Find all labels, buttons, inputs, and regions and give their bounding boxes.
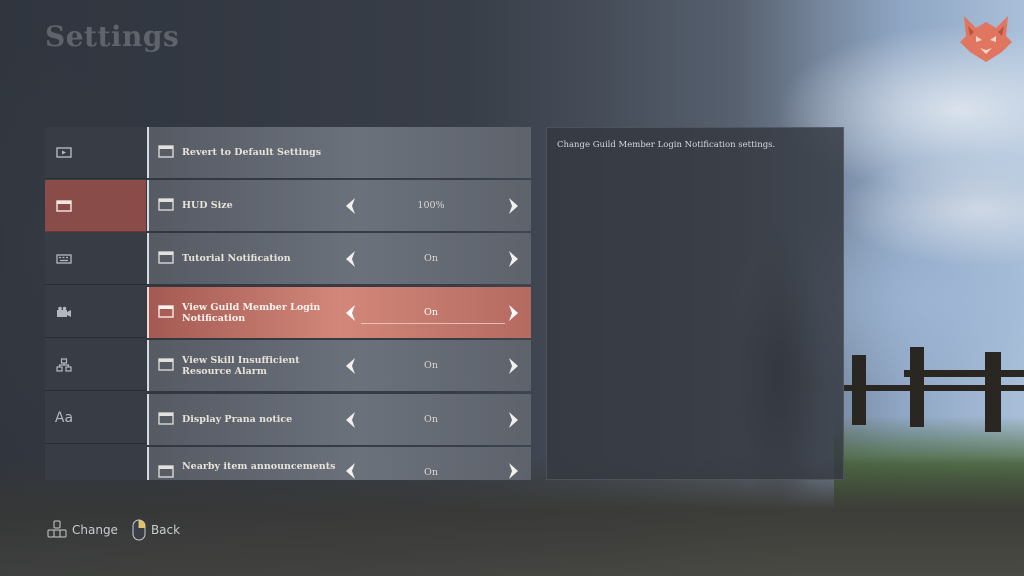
- arrow-right-icon[interactable]: [505, 249, 521, 269]
- description-text: Change Guild Member Login Notification s…: [557, 140, 776, 150]
- window-icon: [158, 145, 174, 158]
- setting-label: Display Prana notice: [182, 414, 293, 425]
- back-hint[interactable]: Back: [132, 519, 180, 541]
- arrow-right-icon[interactable]: [505, 410, 521, 430]
- setting-row-guild-login-notification[interactable]: View Guild Member Login Notification On: [147, 287, 531, 338]
- setting-row-tutorial-notification[interactable]: Tutorial Notification On: [147, 233, 531, 284]
- category-controls[interactable]: [45, 233, 146, 285]
- category-camera[interactable]: [45, 286, 146, 338]
- arrow-right-icon[interactable]: [505, 303, 521, 323]
- category-sidebar: Aa: [45, 127, 146, 480]
- setting-row-revert-defaults[interactable]: Revert to Default Settings: [147, 127, 531, 178]
- arrow-left-icon[interactable]: [343, 196, 359, 216]
- setting-value: On: [424, 253, 438, 264]
- value-underline: [361, 323, 505, 324]
- back-label: Back: [150, 523, 181, 537]
- settings-list: Revert to Default Settings HUD Size 100%…: [147, 127, 531, 480]
- setting-row-hud-size[interactable]: HUD Size 100%: [147, 180, 531, 231]
- network-icon: [55, 357, 73, 372]
- arrow-left-icon[interactable]: [343, 410, 359, 430]
- arrow-left-icon[interactable]: [343, 249, 359, 269]
- window-icon: [158, 198, 174, 211]
- setting-label: Nearby item announcements: [182, 460, 336, 472]
- setting-label: Tutorial Notification: [182, 253, 291, 264]
- arrow-right-icon[interactable]: [505, 356, 521, 376]
- category-font[interactable]: Aa: [45, 392, 146, 444]
- setting-row-prana-notice[interactable]: Display Prana notice On: [147, 394, 531, 445]
- camera-icon: [55, 305, 73, 319]
- arrow-right-icon[interactable]: [505, 461, 521, 480]
- category-interface[interactable]: [45, 180, 146, 232]
- description-panel: Change Guild Member Login Notification s…: [546, 127, 844, 480]
- arrow-left-icon[interactable]: [343, 356, 359, 376]
- setting-value: On: [424, 307, 438, 318]
- keyboard-icon: [55, 252, 73, 266]
- window-icon: [158, 465, 174, 478]
- setting-value: 100%: [417, 200, 445, 211]
- arrow-left-icon[interactable]: [343, 461, 359, 480]
- display-icon: [55, 146, 73, 160]
- setting-label: HUD Size: [182, 200, 233, 211]
- setting-value: On: [424, 360, 438, 371]
- window-icon: [158, 412, 174, 425]
- setting-label: View Skill Insufficient Resource Alarm: [182, 354, 300, 377]
- arrow-left-icon[interactable]: [343, 303, 359, 323]
- change-label: Change: [72, 523, 118, 537]
- footer-hints: Change Back: [47, 518, 186, 542]
- fox-crest-icon: [960, 16, 1012, 62]
- change-hint[interactable]: Change: [47, 520, 118, 540]
- setting-row-skill-resource-alarm[interactable]: View Skill Insufficient Resource Alarm O…: [147, 340, 531, 391]
- mouse-right-button-icon: [132, 519, 146, 541]
- window-icon: [158, 358, 174, 371]
- setting-label: Revert to Default Settings: [182, 147, 322, 158]
- page-title: Settings: [45, 20, 180, 53]
- setting-value: On: [424, 466, 438, 478]
- arrow-right-icon[interactable]: [505, 196, 521, 216]
- setting-row-nearby-item-announcements[interactable]: Nearby item announcements On: [147, 447, 531, 480]
- setting-value: On: [424, 414, 438, 425]
- window-icon: [55, 199, 73, 213]
- wasd-keys-icon: [47, 520, 67, 538]
- window-icon: [158, 251, 174, 264]
- font-icon: Aa: [54, 409, 74, 426]
- setting-label: View Guild Member Login Notification: [182, 301, 321, 324]
- category-display[interactable]: [45, 127, 146, 179]
- category-social[interactable]: [45, 339, 146, 391]
- window-icon: [158, 305, 174, 318]
